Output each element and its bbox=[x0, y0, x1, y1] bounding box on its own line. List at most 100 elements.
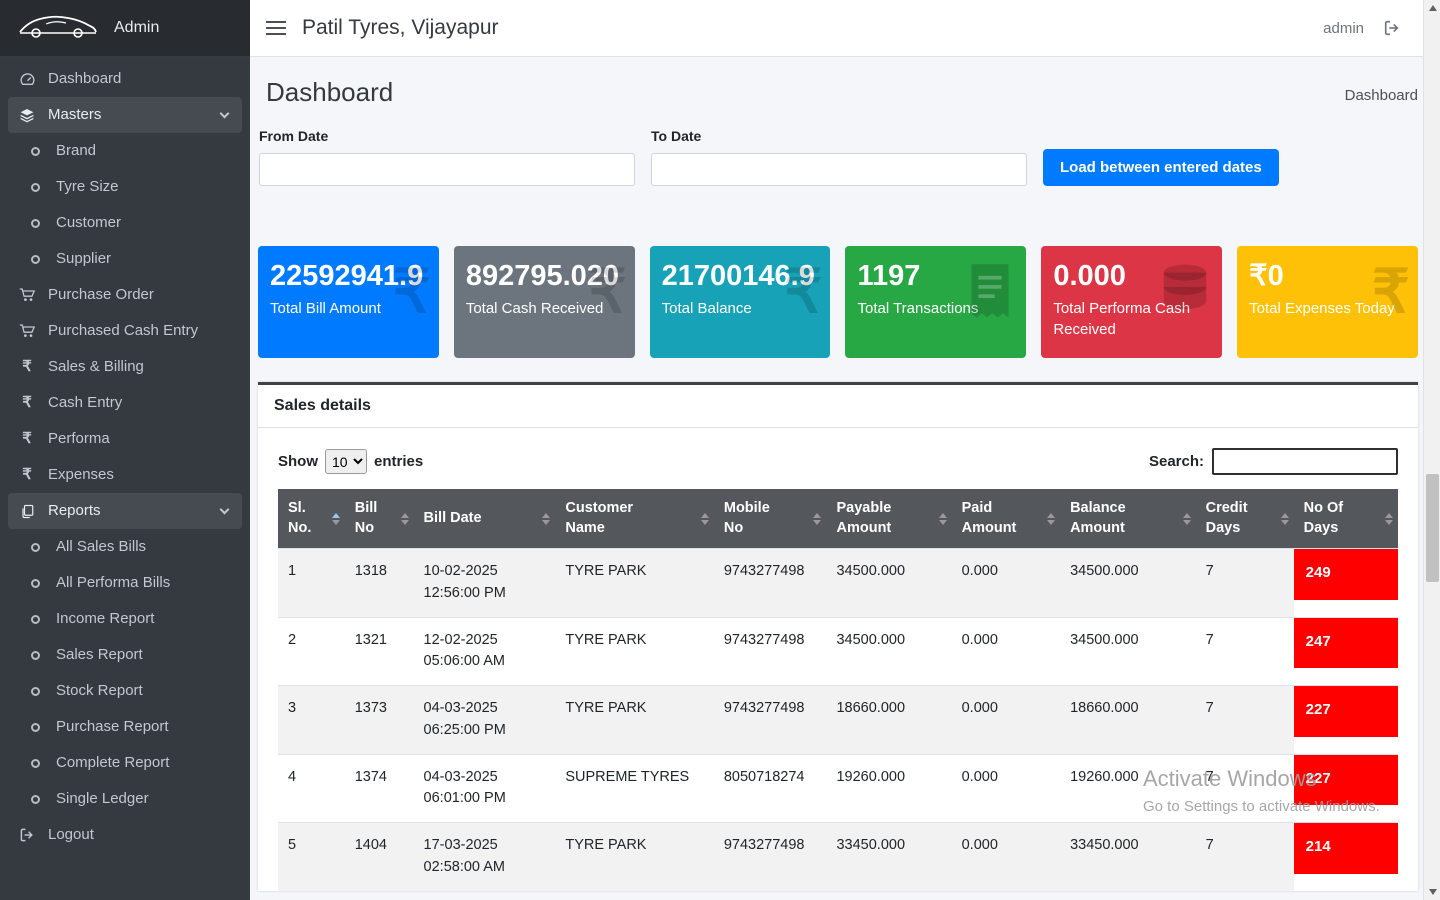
cell-balance-amount: 18660.000 bbox=[1060, 686, 1196, 755]
cell-bill-date: 04-03-2025 06:25:00 PM bbox=[414, 686, 556, 755]
cell-balance-amount: 34500.000 bbox=[1060, 617, 1196, 686]
load-dates-button[interactable]: Load between entered dates bbox=[1043, 149, 1279, 186]
search-input[interactable] bbox=[1212, 448, 1398, 475]
sidebar-item-reports[interactable]: Reports bbox=[8, 493, 242, 529]
table-row: 4 1374 04-03-2025 06:01:00 PM SUPREME TY… bbox=[278, 754, 1398, 823]
chevron-down-icon bbox=[220, 109, 230, 119]
col-header-balance-amount[interactable]: Balance Amount bbox=[1060, 489, 1196, 549]
rupee-icon bbox=[1372, 262, 1410, 322]
sidebar-item-performa[interactable]: Performa bbox=[0, 421, 250, 457]
sidebar-item-label: Complete Report bbox=[56, 754, 169, 772]
rupee-icon bbox=[16, 394, 38, 412]
sidebar-item-sales-report[interactable]: Sales Report bbox=[0, 637, 250, 673]
stat-card-total-balance: 21700146.9 Total Balance bbox=[650, 246, 831, 358]
sidebar-item-single-ledger[interactable]: Single Ledger bbox=[0, 781, 250, 817]
entries-select[interactable]: 10 bbox=[325, 449, 367, 474]
table-row: 1 1318 10-02-2025 12:56:00 PM TYRE PARK … bbox=[278, 549, 1398, 618]
from-date-input[interactable] bbox=[259, 153, 635, 186]
sidebar-item-stock-report[interactable]: Stock Report bbox=[0, 673, 250, 709]
hamburger-menu-icon[interactable] bbox=[266, 20, 286, 36]
cell-paid-amount: 0.000 bbox=[952, 754, 1060, 823]
content: Dashboard Dashboard From Date To Date Lo… bbox=[250, 57, 1440, 900]
cell-sl-no: 3 bbox=[278, 686, 345, 755]
car-logo-icon bbox=[16, 12, 100, 45]
sidebar-item-label: Sales Report bbox=[56, 646, 143, 664]
sidebar-item-purchase-report[interactable]: Purchase Report bbox=[0, 709, 250, 745]
cell-bill-no: 1374 bbox=[345, 754, 414, 823]
circle-icon bbox=[24, 543, 46, 552]
sidebar-item-purchased-cash-entry[interactable]: Purchased Cash Entry bbox=[0, 313, 250, 349]
sidebar-item-income-report[interactable]: Income Report bbox=[0, 601, 250, 637]
cell-bill-no: 1373 bbox=[345, 686, 414, 755]
vertical-scrollbar[interactable] bbox=[1423, 0, 1440, 900]
sidebar-item-dashboard[interactable]: Dashboard bbox=[0, 61, 250, 97]
cell-customer-name: TYRE PARK bbox=[555, 617, 714, 686]
scrollbar-thumb[interactable] bbox=[1426, 474, 1439, 582]
sort-icon bbox=[401, 513, 409, 525]
cell-bill-date: 17-03-2025 02:58:00 AM bbox=[414, 823, 556, 891]
cell-credit-days: 7 bbox=[1196, 823, 1294, 891]
sidebar-item-complete-report[interactable]: Complete Report bbox=[0, 745, 250, 781]
cell-mobile-no: 9743277498 bbox=[714, 617, 827, 686]
col-header-bill-date[interactable]: Bill Date bbox=[414, 489, 556, 549]
sidebar-item-purchase-order[interactable]: Purchase Order bbox=[0, 277, 250, 313]
sidebar-item-tyre-size[interactable]: Tyre Size bbox=[0, 169, 250, 205]
sidebar-item-sales-billing[interactable]: Sales & Billing bbox=[0, 349, 250, 385]
sidebar-item-logout[interactable]: Logout bbox=[0, 817, 250, 853]
cell-no-of-days: 249 bbox=[1294, 549, 1398, 618]
panel-title: Sales details bbox=[274, 397, 371, 414]
col-header-customer-name[interactable]: Customer Name bbox=[555, 489, 714, 549]
to-date-label: To Date bbox=[651, 128, 1027, 144]
sidebar-item-label: Tyre Size bbox=[56, 178, 119, 196]
sidebar: Admin Dashboard Masters Brand bbox=[0, 0, 250, 900]
search-label: Search: bbox=[1149, 453, 1204, 470]
cell-balance-amount: 19260.000 bbox=[1060, 754, 1196, 823]
table-row: 3 1373 04-03-2025 06:25:00 PM TYRE PARK … bbox=[278, 686, 1398, 755]
scroll-up-arrow-icon[interactable] bbox=[1424, 0, 1440, 16]
col-header-mobile-no[interactable]: Mobile No bbox=[714, 489, 827, 549]
cell-paid-amount: 0.000 bbox=[952, 823, 1060, 891]
brand-link[interactable]: Admin bbox=[0, 0, 250, 57]
cell-no-of-days: 247 bbox=[1294, 617, 1398, 686]
circle-icon bbox=[24, 579, 46, 588]
sidebar-item-cash-entry[interactable]: Cash Entry bbox=[0, 385, 250, 421]
circle-icon bbox=[24, 147, 46, 156]
col-header-credit-days[interactable]: Credit Days bbox=[1196, 489, 1294, 549]
table-header-row: Sl. No. Bill No Bill Date Customer Name … bbox=[278, 489, 1398, 549]
sidebar-item-all-performa-bills[interactable]: All Performa Bills bbox=[0, 565, 250, 601]
sidebar-item-label: Stock Report bbox=[56, 682, 143, 700]
sort-icon bbox=[1047, 513, 1055, 525]
sidebar-item-all-sales-bills[interactable]: All Sales Bills bbox=[0, 529, 250, 565]
col-header-no-of-days[interactable]: No Of Days bbox=[1294, 489, 1398, 549]
cell-payable-amount: 19260.000 bbox=[826, 754, 951, 823]
cell-bill-no: 1318 bbox=[345, 549, 414, 618]
sidebar-item-masters[interactable]: Masters bbox=[8, 97, 242, 133]
circle-icon bbox=[24, 759, 46, 768]
cell-no-of-days: 214 bbox=[1294, 823, 1398, 891]
sidebar-item-customer[interactable]: Customer bbox=[0, 205, 250, 241]
sidebar-item-label: Purchase Order bbox=[48, 286, 154, 304]
sidebar-item-brand[interactable]: Brand bbox=[0, 133, 250, 169]
page-title: Dashboard bbox=[266, 77, 393, 108]
cell-credit-days: 7 bbox=[1196, 754, 1294, 823]
col-header-payable-amount[interactable]: Payable Amount bbox=[826, 489, 951, 549]
col-header-bill-no[interactable]: Bill No bbox=[345, 489, 414, 549]
signout-icon[interactable] bbox=[1382, 19, 1402, 37]
sidebar-item-label: All Performa Bills bbox=[56, 574, 170, 592]
sidebar-item-supplier[interactable]: Supplier bbox=[0, 241, 250, 277]
circle-icon bbox=[24, 255, 46, 264]
cell-payable-amount: 34500.000 bbox=[826, 617, 951, 686]
rupee-icon bbox=[784, 262, 822, 322]
cell-sl-no: 4 bbox=[278, 754, 345, 823]
scroll-down-arrow-icon[interactable] bbox=[1424, 884, 1440, 900]
sales-details-panel: Sales details Show 10 entries Search: bbox=[258, 382, 1418, 891]
col-header-paid-amount[interactable]: Paid Amount bbox=[952, 489, 1060, 549]
col-header-sl-no[interactable]: Sl. No. bbox=[278, 489, 345, 549]
rupee-icon bbox=[16, 430, 38, 448]
files-icon bbox=[16, 504, 38, 519]
date-filters: From Date To Date Load between entered d… bbox=[258, 128, 1418, 186]
sidebar-item-expenses[interactable]: Expenses bbox=[0, 457, 250, 493]
user-menu[interactable]: admin bbox=[1323, 20, 1364, 37]
cell-no-of-days: 227 bbox=[1294, 686, 1398, 755]
to-date-input[interactable] bbox=[651, 153, 1027, 186]
